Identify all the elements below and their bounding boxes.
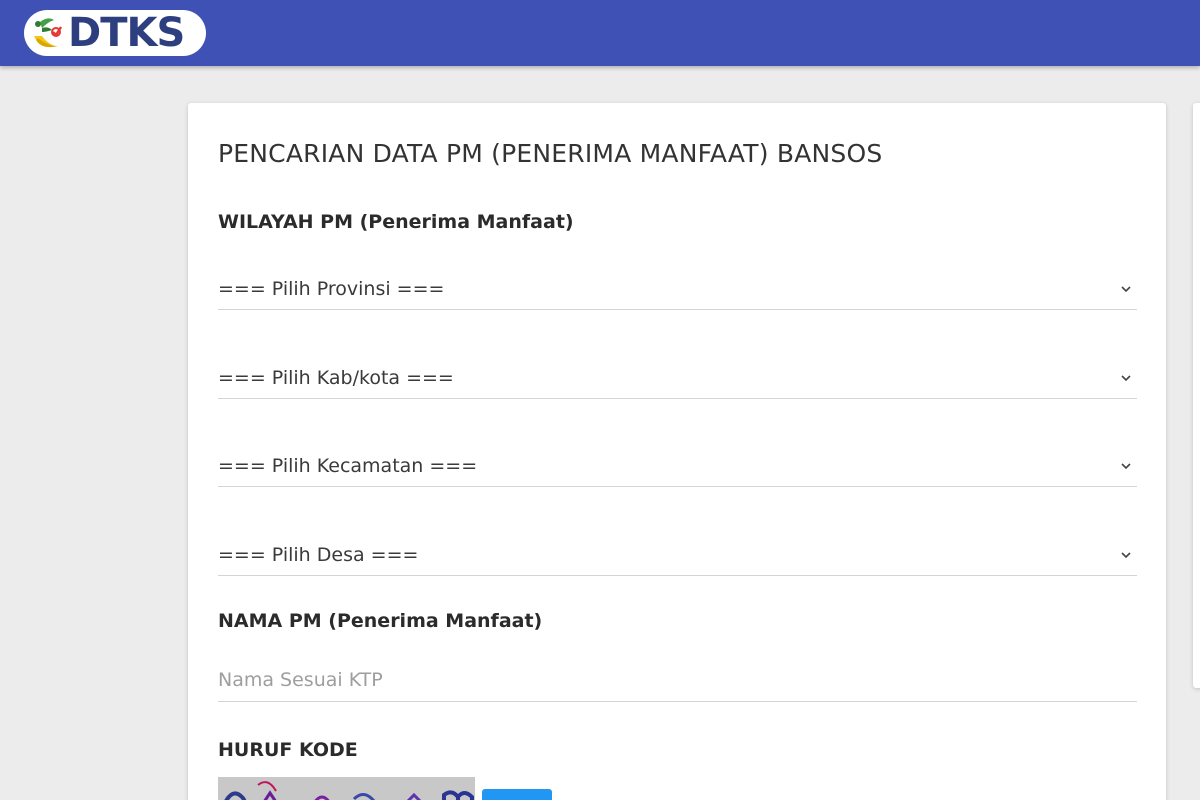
captcha-image bbox=[218, 777, 475, 800]
desa-select-value: === Pilih Desa === bbox=[218, 544, 419, 566]
wilayah-label: WILAYAH PM (Penerima Manfaat) bbox=[218, 211, 574, 233]
nama-label: NAMA PM (Penerima Manfaat) bbox=[218, 610, 543, 632]
desa-select[interactable]: === Pilih Desa === bbox=[218, 536, 1137, 576]
search-form-card: PENCARIAN DATA PM (PENERIMA MANFAAT) BAN… bbox=[188, 103, 1166, 800]
nama-input[interactable] bbox=[218, 660, 1137, 700]
chevron-down-icon bbox=[1121, 375, 1131, 382]
side-card bbox=[1193, 103, 1200, 688]
chevron-down-icon bbox=[1121, 552, 1131, 559]
refresh-captcha-button[interactable] bbox=[482, 789, 552, 800]
dtks-logo[interactable]: DTKS bbox=[24, 10, 206, 56]
logo-wordmark: DTKS bbox=[68, 10, 185, 56]
provinsi-select-value: === Pilih Provinsi === bbox=[218, 278, 445, 300]
kabkota-select-value: === Pilih Kab/kota === bbox=[218, 367, 454, 389]
kecamatan-select[interactable]: === Pilih Kecamatan === bbox=[218, 447, 1137, 487]
top-app-bar: DTKS bbox=[0, 0, 1200, 66]
chevron-down-icon bbox=[1121, 286, 1131, 293]
provinsi-select[interactable]: === Pilih Provinsi === bbox=[218, 270, 1137, 310]
kecamatan-select-value: === Pilih Kecamatan === bbox=[218, 455, 478, 477]
nama-field-wrapper bbox=[218, 660, 1137, 702]
page-title: PENCARIAN DATA PM (PENERIMA MANFAAT) BAN… bbox=[218, 139, 883, 168]
chevron-down-icon bbox=[1121, 463, 1131, 470]
kabkota-select[interactable]: === Pilih Kab/kota === bbox=[218, 359, 1137, 399]
kode-label: HURUF KODE bbox=[218, 739, 358, 761]
